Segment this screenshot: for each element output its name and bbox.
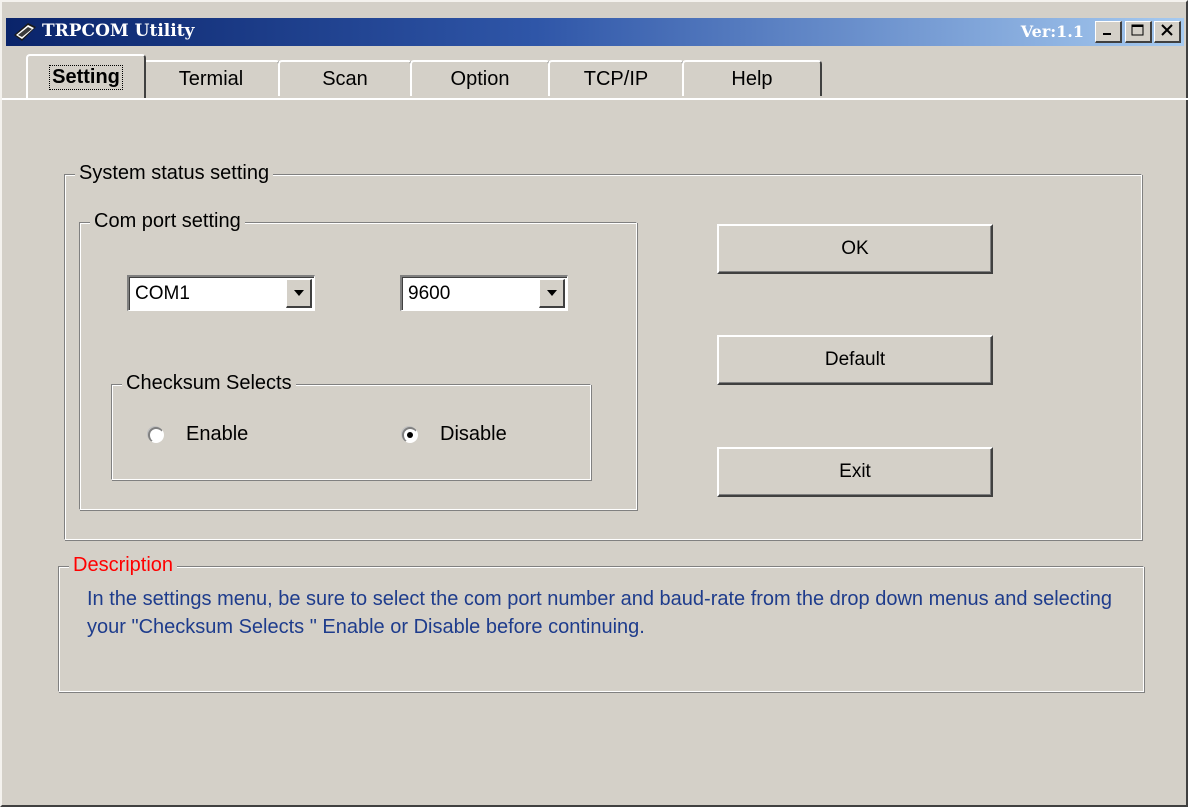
tab-setting[interactable]: Setting — [26, 54, 146, 98]
tab-termial[interactable]: Termial — [142, 60, 280, 96]
tab-label: Setting — [49, 64, 123, 90]
version-label: Ver:1.1 — [1020, 22, 1084, 41]
tab-label: Option — [450, 67, 510, 90]
description-text: In the settings menu, be sure to select … — [87, 588, 1113, 638]
minimize-icon — [1102, 23, 1114, 41]
description-label: Description — [69, 554, 178, 577]
system-status-group: System status setting Com port setting C… — [64, 162, 1142, 540]
checksum-label: Checksum Selects — [122, 372, 296, 395]
tab-label: Termial — [178, 67, 244, 90]
description-group: Description In the settings menu, be sur… — [58, 554, 1144, 692]
maximize-icon — [1131, 23, 1145, 41]
maximize-button[interactable] — [1125, 21, 1152, 43]
ok-button[interactable]: OK — [717, 224, 993, 274]
baud-rate-value: 9600 — [408, 283, 451, 304]
title-bar[interactable]: TRPCOM Utility Ver:1.1 — [6, 18, 1184, 46]
default-button[interactable]: Default — [717, 335, 993, 385]
tab-label: Help — [731, 67, 773, 90]
com-port-select[interactable]: COM1 — [127, 275, 315, 311]
com-port-value: COM1 — [135, 283, 190, 304]
minimize-button[interactable] — [1095, 21, 1122, 43]
checksum-group: Checksum Selects Enable Disable — [111, 372, 591, 480]
disable-radio[interactable]: Disable — [402, 423, 507, 446]
tab-label: Scan — [322, 67, 368, 90]
com-port-dropdown-button[interactable] — [286, 279, 312, 308]
tab-divider — [2, 98, 1188, 100]
com-port-group: Com port setting COM1 9600 Checksum Sele… — [79, 210, 637, 510]
baud-rate-dropdown-button[interactable] — [539, 279, 565, 308]
system-status-label: System status setting — [75, 162, 274, 185]
tab-strip: Setting Termial Scan Option TCP/IP Help — [2, 50, 1188, 100]
com-port-label: Com port setting — [90, 210, 245, 233]
enable-radio[interactable]: Enable — [148, 423, 248, 446]
app-window: TRPCOM Utility Ver:1.1 Setting Termial S… — [0, 0, 1188, 807]
default-button-label: Default — [824, 349, 886, 370]
radio-unchecked-icon — [148, 426, 164, 443]
exit-button-label: Exit — [839, 461, 871, 482]
window-title: TRPCOM Utility — [42, 21, 195, 41]
close-button[interactable] — [1154, 21, 1181, 43]
ok-button-label: OK — [841, 238, 869, 259]
close-icon — [1161, 23, 1173, 41]
baud-rate-select[interactable]: 9600 — [400, 275, 568, 311]
app-icon — [12, 21, 38, 43]
tab-help[interactable]: Help — [682, 60, 822, 96]
tab-label: TCP/IP — [583, 67, 649, 90]
tab-option[interactable]: Option — [410, 60, 550, 96]
tab-tcpip[interactable]: TCP/IP — [548, 60, 684, 96]
radio-checked-icon — [402, 426, 418, 443]
chevron-down-icon — [293, 284, 305, 302]
enable-label: Enable — [186, 423, 249, 445]
tab-scan[interactable]: Scan — [278, 60, 412, 96]
exit-button[interactable]: Exit — [717, 447, 993, 497]
chevron-down-icon — [546, 284, 558, 302]
disable-label: Disable — [440, 423, 507, 445]
